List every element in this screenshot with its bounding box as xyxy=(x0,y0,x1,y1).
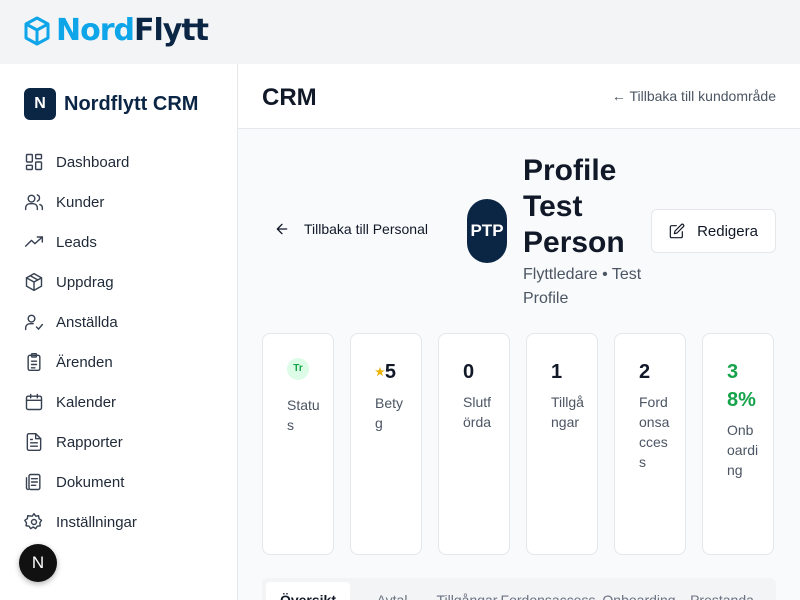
tab-oversikt[interactable]: Översikt xyxy=(266,582,350,600)
file-text-icon xyxy=(24,432,44,452)
document-stack-icon xyxy=(24,472,44,492)
main-content: Tillbaka till Personal PTP Profile Test … xyxy=(238,129,800,600)
tab-prestanda[interactable]: Prestanda xyxy=(682,582,762,600)
brand-bar: NordFlytt xyxy=(0,0,800,64)
edit-button-label: Redigera xyxy=(697,222,758,240)
sidebar-item-uppdrag[interactable]: Uppdrag xyxy=(24,262,137,302)
avatar: PTP xyxy=(467,199,507,263)
dashboard-icon xyxy=(24,152,44,172)
tab-avtal[interactable]: Avtal xyxy=(350,582,434,600)
stat-label: Onboarding xyxy=(727,422,759,478)
sidebar-item-dashboard[interactable]: Dashboard xyxy=(24,142,137,182)
stat-label: Slutförda xyxy=(463,394,492,430)
back-to-personal-label: Tillbaka till Personal xyxy=(304,221,428,237)
page-header: CRM ← Tillbaka till kundområde xyxy=(238,64,800,129)
calendar-icon xyxy=(24,392,44,412)
sidebar-item-label: Uppdrag xyxy=(56,273,114,291)
edit-icon xyxy=(669,223,685,239)
gear-icon xyxy=(24,512,44,532)
stat-value-rating: ★5 xyxy=(375,358,409,387)
stat-card-onboarding: 38% Onboarding xyxy=(702,333,774,555)
sidebar-nav: Dashboard Kunder Leads Uppdrag Anställda… xyxy=(24,142,137,542)
stat-value: 0 xyxy=(463,361,475,383)
stat-label: Tillgångar xyxy=(551,394,584,430)
sidebar-item-label: Rapporter xyxy=(56,433,123,451)
stat-value: 5 xyxy=(384,361,396,383)
sidebar-item-leads[interactable]: Leads xyxy=(24,222,137,262)
arrow-left-icon xyxy=(276,223,288,235)
clipboard-icon xyxy=(24,352,44,372)
user-check-icon xyxy=(24,312,44,332)
sidebar-item-label: Leads xyxy=(56,233,97,251)
stat-value: 2 xyxy=(639,361,651,383)
trending-up-icon xyxy=(24,232,44,252)
back-to-personal-button[interactable]: Tillbaka till Personal xyxy=(274,221,428,237)
sidebar-item-installningar[interactable]: Inställningar xyxy=(24,502,137,542)
profile-name: Profile Test Person xyxy=(523,154,625,259)
back-to-customer-area-link[interactable]: ← Tillbaka till kundområde xyxy=(612,88,776,104)
stat-card-status: Tr Status xyxy=(262,333,334,555)
status-badge: Tr xyxy=(287,358,309,380)
sidebar-item-kalender[interactable]: Kalender xyxy=(24,382,137,422)
sidebar-logo: N xyxy=(24,88,56,120)
tab-fordonsaccess[interactable]: Fordonsaccess xyxy=(500,582,596,600)
brand-logo[interactable]: NordFlytt xyxy=(24,13,209,48)
stat-card-rating: ★5 Betyg xyxy=(350,333,422,555)
stat-value: 1 xyxy=(551,361,563,383)
stat-label: Betyg xyxy=(375,394,404,431)
sidebar-item-label: Inställningar xyxy=(56,513,137,531)
sidebar-title: Nordflytt CRM xyxy=(64,92,199,115)
brand-wordmark: NordFlytt xyxy=(56,13,209,48)
sidebar-item-anstallda[interactable]: Anställda xyxy=(24,302,137,342)
cube-logo-icon xyxy=(24,16,50,46)
edit-button[interactable]: Redigera xyxy=(651,209,776,253)
stat-value: 38% xyxy=(727,361,756,411)
stats-row: Tr Status ★5 Betyg 0 Slutförda 1 Tillgån… xyxy=(262,333,774,555)
sidebar-item-label: Anställda xyxy=(56,313,118,331)
users-icon xyxy=(24,192,44,212)
stat-card-assets: 1 Tillgångar xyxy=(526,333,598,555)
package-icon xyxy=(24,272,44,292)
tab-tillgangar[interactable]: Tillgångar xyxy=(434,582,500,600)
page-title: CRM xyxy=(262,84,317,111)
sidebar-item-rapporter[interactable]: Rapporter xyxy=(24,422,137,462)
brand-part-2: Flytt xyxy=(134,13,209,48)
sidebar-item-label: Dokument xyxy=(56,473,125,491)
brand-part-1: Nord xyxy=(56,13,135,48)
star-icon: ★ xyxy=(375,366,385,379)
framework-badge[interactable]: N xyxy=(19,544,57,582)
sidebar-item-arenden[interactable]: Ärenden xyxy=(24,342,137,382)
sidebar-item-label: Dashboard xyxy=(56,153,130,171)
sidebar: N Nordflytt CRM Dashboard Kunder Leads U… xyxy=(0,64,238,600)
sidebar-item-label: Ärenden xyxy=(56,353,113,371)
stat-label: Fordonsaccess xyxy=(639,394,670,470)
sidebar-item-label: Kunder xyxy=(56,193,105,211)
profile-tabs: Översikt Avtal Tillgångar Fordonsaccess … xyxy=(262,578,776,600)
profile-subtitle: Flyttledare • Test Profile xyxy=(523,266,642,307)
tab-onboarding[interactable]: Onboarding xyxy=(596,582,682,600)
sidebar-item-label: Kalender xyxy=(56,393,117,411)
stat-card-completed: 0 Slutförda xyxy=(438,333,510,555)
sidebar-header[interactable]: N Nordflytt CRM xyxy=(24,88,198,120)
stat-label: Status xyxy=(287,397,320,433)
stat-card-vehicle-access: 2 Fordonsaccess xyxy=(614,333,686,555)
sidebar-item-kunder[interactable]: Kunder xyxy=(24,182,137,222)
sidebar-item-dokument[interactable]: Dokument xyxy=(24,462,137,502)
